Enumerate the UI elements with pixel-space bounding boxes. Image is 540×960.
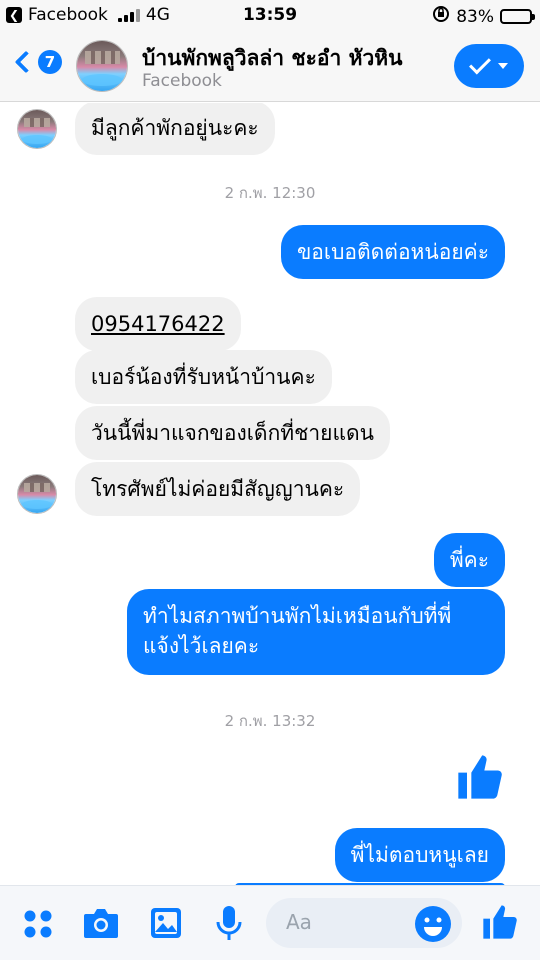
sender-avatar[interactable] [17, 109, 57, 149]
timestamp: 2 ก.พ. 13:32 [224, 712, 316, 730]
composer-bar: Aa [0, 885, 540, 960]
unread-count-badge: 7 [38, 50, 62, 74]
status-bar: ❮ Facebook 4G 13:59 83% [0, 0, 540, 30]
phone-number-link[interactable]: 0954176422 [91, 312, 225, 336]
message-thread[interactable]: มีลูกค้าพักอยู่นะคะ 2 ก.พ. 12:30 ขอเบอติ… [0, 103, 540, 885]
message-line: แจ้งไว้เลยคะ [143, 634, 260, 658]
outgoing-message[interactable]: ขอเบอติดต่อหน่อยค่ะ [280, 225, 505, 279]
outgoing-message[interactable]: พี่ไม่ตอบหนูเลย [334, 828, 505, 882]
orientation-lock-icon [432, 5, 450, 28]
incoming-message[interactable]: มีลูกค้าพักอยู่นะคะ [75, 103, 275, 155]
outgoing-message[interactable]: พี่คะ [433, 533, 505, 587]
chevron-left-icon [14, 50, 38, 74]
sent-like-icon[interactable] [454, 751, 506, 807]
camera-icon[interactable] [82, 906, 120, 944]
conversation-header: 7 บ้านพักพลูวิลล่า ชะอำ หัวหิน Facebook [0, 30, 540, 102]
timestamp: 2 ก.พ. 12:30 [224, 184, 316, 202]
battery-icon [500, 9, 535, 24]
mark-done-button[interactable] [454, 44, 524, 88]
emoji-icon[interactable] [414, 905, 452, 947]
outgoing-message[interactable]: ทำไมสภาพบ้านพักไม่เหมือนกับที่พี่ แจ้งไว… [127, 589, 505, 675]
battery-percent: 83% [456, 6, 494, 27]
message-line: ทำไมสภาพบ้านพักไม่เหมือนกับที่พี่ [143, 604, 452, 628]
contact-subtitle: Facebook [142, 71, 222, 91]
like-icon[interactable] [480, 902, 520, 946]
incoming-message[interactable]: โทรศัพย์ไม่ค่อยมีสัญญานคะ [75, 462, 361, 516]
back-button[interactable]: 7 [10, 50, 62, 74]
more-apps-icon[interactable] [22, 908, 54, 944]
status-right: 83% [432, 5, 535, 28]
incoming-message[interactable]: เบอร์น้องที่รับหน้าบ้านคะ [75, 350, 332, 404]
caret-down-icon [498, 63, 508, 69]
checkmark-icon [469, 52, 491, 75]
incoming-message[interactable]: วันนี้พี่มาแจกของเด็กที่ชายแดน [75, 406, 391, 460]
microphone-icon[interactable] [214, 904, 244, 948]
sender-avatar[interactable] [17, 474, 57, 514]
gallery-icon[interactable] [149, 906, 183, 944]
incoming-message[interactable]: 0954176422 [75, 297, 241, 351]
contact-avatar[interactable] [76, 40, 128, 92]
